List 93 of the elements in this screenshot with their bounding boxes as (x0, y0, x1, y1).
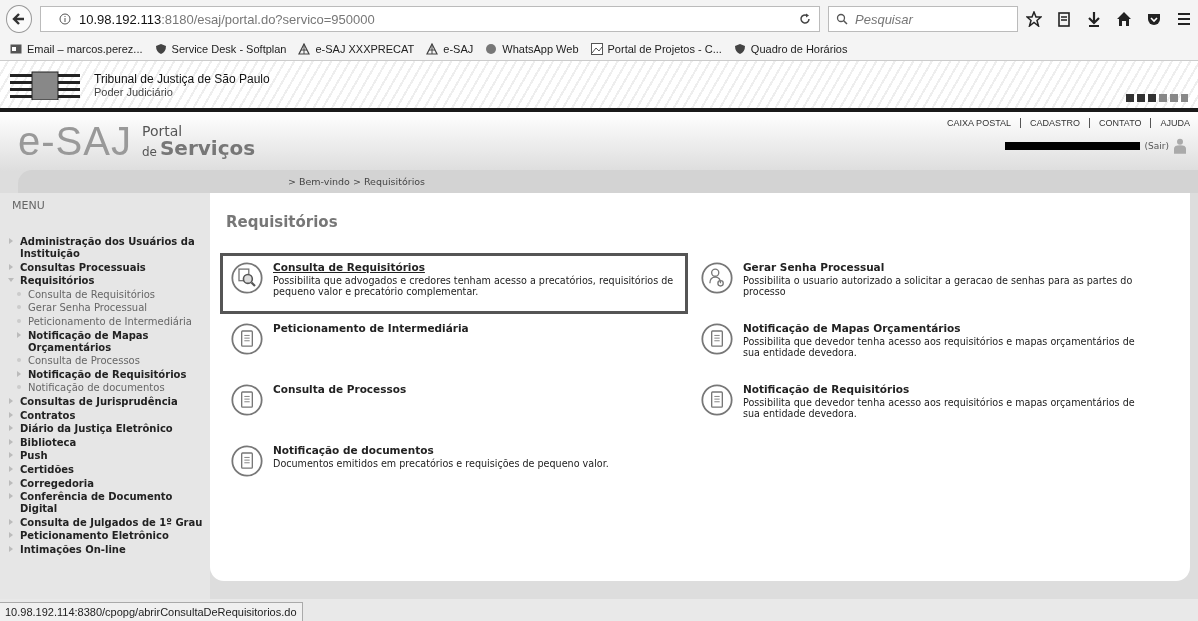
pocket-icon[interactable] (1146, 11, 1162, 27)
menu-item[interactable]: Gerar Senha Processual (28, 302, 148, 315)
menu-item[interactable]: Consultas de Jurisprudência (20, 395, 178, 408)
info-icon (59, 13, 71, 25)
menu-item[interactable]: Biblioteca (20, 436, 77, 449)
court-emblem-logo (10, 69, 80, 100)
menu-item[interactable]: Diário da Justiça Eletrônico (20, 423, 173, 436)
service-card[interactable]: Notificação de Mapas Orçamentários Possibilita que devedor tenha acesso aos requisitórios e mapas orçamentários de sua entidade devedora. (690, 314, 1160, 375)
esaj-logo: e-SAJ (18, 118, 132, 164)
service-description: Documentos emitidos em precatórios e requisições de pequeno valor. (273, 457, 609, 469)
menu-item[interactable]: Certidões (20, 463, 75, 476)
menu-title: MENU (11, 198, 46, 214)
bookmark-link[interactable]: Service Desk - Softplan (171, 43, 287, 55)
chat-bubble-icon (485, 43, 498, 55)
status-url: 10.98.192.114:8380/cpopg/abrirConsultaDeRequisitorios.do (0, 602, 303, 621)
menu-item[interactable]: Administração dos Usuários da Instituição (20, 236, 210, 260)
search-icon (836, 13, 848, 25)
service-link[interactable]: Notificação de Requisitórios (743, 384, 1149, 396)
document-icon (231, 384, 263, 416)
scale-icon (426, 43, 439, 55)
bookmark-link[interactable]: Email – marcos.perez... (27, 43, 143, 55)
menu-item[interactable]: Consulta de Processos (28, 355, 140, 368)
menu-icon[interactable] (1176, 11, 1192, 27)
menu-item[interactable]: Peticionamento de Intermediária (28, 315, 192, 328)
menu-item[interactable]: Consultas Processuais (20, 261, 146, 274)
reload-icon[interactable] (799, 13, 811, 25)
service-description: Possibilita que devedor tenha acesso aos requisitórios e mapas orçamentários de sua entidade devedora. (743, 396, 1136, 420)
back-button[interactable] (6, 5, 32, 33)
page-title: Requisitórios (226, 213, 339, 231)
menu-item[interactable]: Conferência de Documento Digital (20, 491, 210, 516)
shield-icon (154, 43, 167, 55)
menu-item[interactable]: Requisitórios (20, 275, 95, 288)
service-link[interactable]: Gerar Senha Processual (743, 262, 1149, 274)
shield-icon (733, 43, 746, 55)
service-link[interactable]: Notificação de documentos (273, 445, 609, 457)
portal-logo-text: Portal (141, 124, 184, 138)
bookmark-link[interactable]: e-SAJ (443, 43, 474, 55)
search-field[interactable]: Pesquisar (828, 6, 1018, 32)
address-bar[interactable]: 10.98.192.113:8180/esaj/portal.do?servico=950000 (40, 6, 820, 32)
menu-item[interactable]: Notificação de Requisitórios (28, 368, 187, 381)
back-arrow-icon (12, 12, 26, 26)
service-card[interactable]: Consulta de Processos (220, 375, 688, 436)
service-link[interactable]: Consulta de Processos (273, 384, 407, 396)
service-description: Possibilita que devedor tenha acesso aos requisitórios e mapas orçamentários de sua entidade devedora. (743, 335, 1136, 359)
bookmark-link[interactable]: e-SAJ XXXPRECAT (315, 43, 415, 55)
document-icon (231, 445, 263, 477)
portal-logo-text: Serviços (159, 138, 256, 158)
service-card[interactable]: Notificação de documentos Documentos emitidos em precatórios e requisições de pequeno valor. (220, 436, 688, 497)
bookmark-link[interactable]: Quadro de Horários (750, 43, 848, 55)
menu-item[interactable]: Push (20, 450, 48, 463)
menu-item[interactable]: Intimações On-line (20, 543, 126, 556)
menu-item[interactable]: Corregedoria (20, 477, 94, 490)
download-icon[interactable] (1086, 11, 1102, 27)
clipboard-icon[interactable] (1056, 11, 1072, 27)
header-link[interactable]: AJUDA (1150, 118, 1190, 128)
url-text: 10.98.192.113:8180/esaj/portal.do?servico=950000 (79, 11, 376, 27)
service-card[interactable]: Notificação de Requisitórios Possibilita que devedor tenha acesso aos requisitórios e mapas orçamentários de sua entidade devedora. (690, 375, 1160, 436)
squares-decoration-icon (1126, 94, 1188, 102)
header-link[interactable]: CONTATO (1089, 118, 1142, 128)
magnifier-icon (231, 262, 263, 294)
menu-item[interactable]: Consulta de Requisitórios (28, 288, 156, 301)
document-icon (701, 323, 733, 355)
service-card[interactable]: Consulta de Requisitórios Possibilita que advogados e credores tenham acesso a precatórios, requisitórios de pequeno valor e precatório complementar. (220, 253, 688, 314)
menu-item[interactable]: Contratos (20, 409, 76, 422)
service-link[interactable]: Notificação de Mapas Orçamentários (743, 323, 1149, 335)
court-title: Tribunal de Justiça de São Paulo (94, 71, 270, 86)
portal-logo-text: de (141, 146, 157, 158)
logout-link[interactable]: (Sair) (1144, 141, 1169, 151)
header-link[interactable]: CAIXA POSTAL (947, 118, 1011, 128)
home-icon[interactable] (1116, 11, 1132, 27)
bookmark-link[interactable]: Portal de Projetos - C... (607, 43, 722, 55)
menu-item[interactable]: Notificação de documentos (28, 382, 165, 395)
document-icon (231, 323, 263, 355)
court-subtitle: Poder Judiciário (94, 85, 173, 98)
service-card[interactable]: Gerar Senha Processual Possibilita o usuario autorizado a solicitar a geracao de senhas para as partes do processo (690, 253, 1160, 314)
service-link[interactable]: Peticionamento de Intermediária (273, 323, 469, 335)
document-icon (701, 384, 733, 416)
scale-icon (298, 43, 311, 55)
service-link[interactable]: Consulta de Requisitórios (273, 262, 677, 274)
service-description: Possibilita o usuario autorizado a solicitar a geracao de senhas para as partes do processo (743, 274, 1134, 298)
star-icon[interactable] (1026, 11, 1042, 27)
menu-item[interactable]: Notificação de Mapas Orçamentários (28, 329, 210, 354)
breadcrumb: > Bem-vindo > Requisitórios (288, 176, 426, 187)
user-silhouette-icon (1174, 138, 1186, 154)
mail-icon (10, 43, 22, 55)
menu-item[interactable]: Peticionamento Eletrônico (20, 530, 169, 543)
image-icon (590, 43, 603, 55)
header-link[interactable]: CADASTRO (1019, 118, 1080, 128)
bookmark-link[interactable]: WhatsApp Web (502, 43, 579, 55)
menu-item[interactable]: Consulta de Julgados de 1º Grau (20, 516, 203, 529)
service-description: Possibilita que advogados e credores tenham acesso a precatórios, requisitórios de pequeno valor e precatório complementar. (273, 274, 675, 298)
person-key-icon (701, 262, 733, 294)
service-card[interactable]: Peticionamento de Intermediária (220, 314, 688, 375)
